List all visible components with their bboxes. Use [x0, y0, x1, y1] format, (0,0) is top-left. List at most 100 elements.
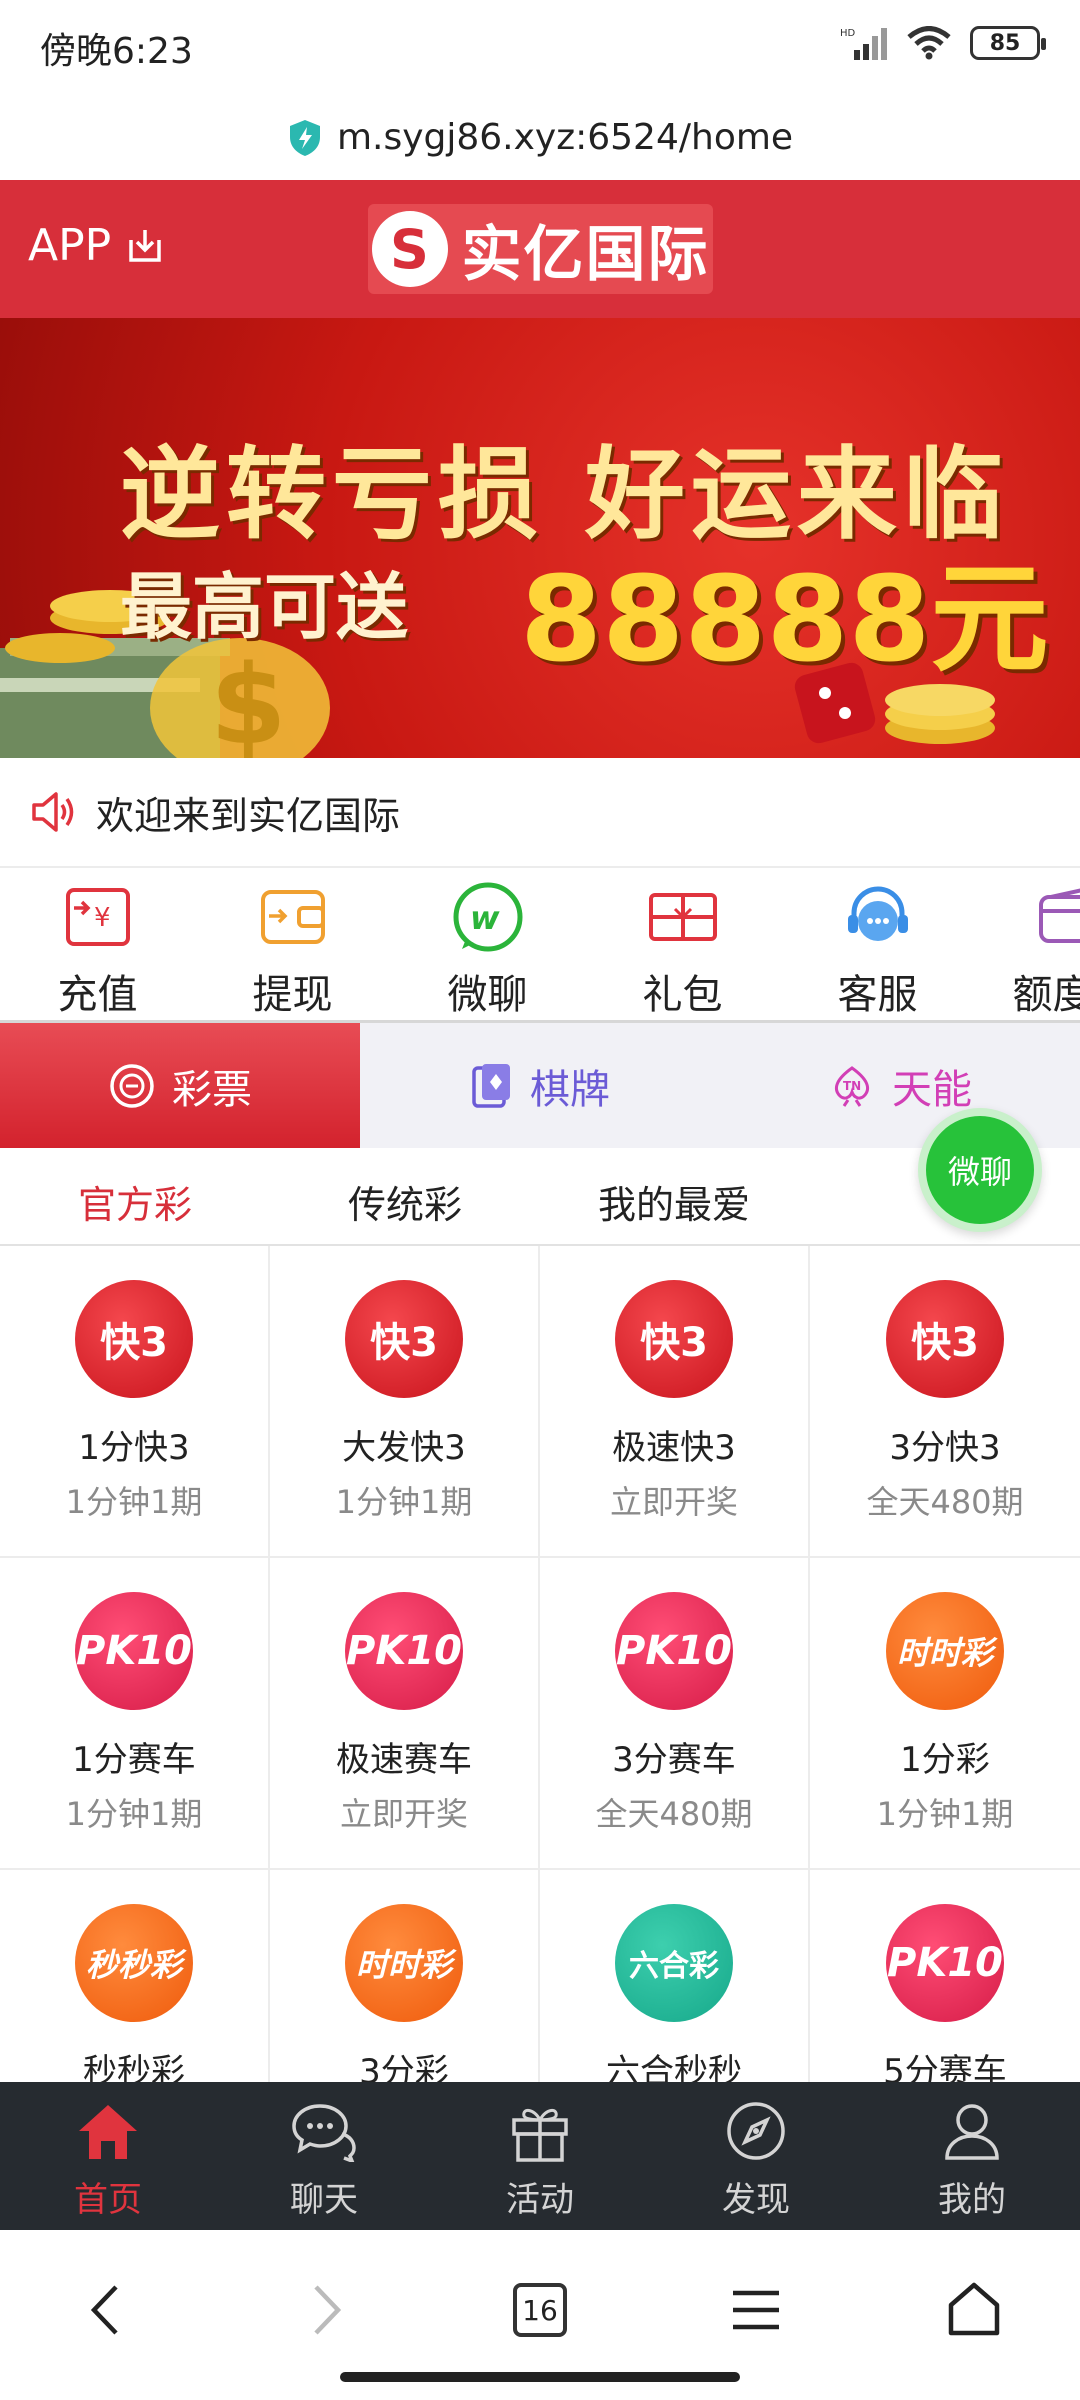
announcement-bar[interactable]: 欢迎来到实亿国际: [0, 758, 1080, 868]
game-frequency: 立即开奖: [339, 1795, 468, 1833]
quick-action-label: 充值: [57, 972, 138, 1018]
game-item[interactable]: 快3 1分快3 1分钟1期: [0, 1246, 270, 1558]
game-item[interactable]: 时时彩 3分彩: [270, 1870, 540, 2082]
nav-profile[interactable]: 我的: [864, 2082, 1080, 2230]
tab-label: 天能: [892, 1066, 972, 1113]
nav-discover[interactable]: 发现: [648, 2082, 864, 2230]
customer-service-icon: [841, 880, 915, 954]
pk10-icon: PK10: [75, 1592, 193, 1710]
subtab-official[interactable]: 官方彩: [78, 1174, 192, 1229]
mmc-icon: 秒秒彩: [75, 1904, 193, 2022]
quick-action-recharge[interactable]: ¥ 充值: [0, 868, 195, 1020]
home-indicator: [340, 2372, 740, 2382]
game-frequency: 1分钟1期: [876, 1795, 1014, 1833]
nav-chat[interactable]: 聊天: [216, 2082, 432, 2230]
back-button[interactable]: [66, 2270, 146, 2350]
menu-icon: [733, 2290, 779, 2330]
subtab-favorites[interactable]: 我的最爱: [598, 1174, 750, 1229]
logo-text: 实亿国际: [461, 219, 710, 290]
status-time: 傍晚6:23: [40, 31, 193, 72]
site-header: APP S 实亿国际: [0, 180, 1080, 318]
svg-text:¥: ¥: [94, 903, 111, 933]
game-name: 3分快3: [889, 1428, 1001, 1468]
banner-subline: 最高可送: [120, 565, 409, 649]
lhc-icon: 六合彩: [615, 1904, 733, 2022]
tab-label: 彩票: [172, 1066, 252, 1113]
pk10-icon: PK10: [615, 1592, 733, 1710]
pk10-icon: PK10: [886, 1904, 1004, 2022]
download-icon: [129, 229, 161, 262]
battery-indicator: 85: [970, 26, 1046, 60]
quick-action-label: 提现: [252, 972, 333, 1018]
svg-text:w: w: [470, 899, 500, 937]
quick-actions: ¥ 充值 提现 w 微聊 礼包 客服 额度转: [0, 868, 1080, 1023]
tianneng-icon: TN: [835, 1065, 869, 1107]
gift-icon: [646, 880, 720, 954]
game-name: 极速快3: [612, 1428, 736, 1468]
cards-icon: [472, 1063, 510, 1108]
game-item[interactable]: 时时彩 1分彩 1分钟1期: [810, 1558, 1080, 1870]
announcement-text: 欢迎来到实亿国际: [96, 793, 401, 838]
game-item[interactable]: 秒秒彩 秒秒彩: [0, 1870, 270, 2082]
nav-label: 聊天: [290, 2180, 358, 2220]
nav-label: 发现: [722, 2180, 790, 2220]
game-name: 3分彩: [359, 2052, 449, 2082]
chevron-right-icon: [314, 2285, 342, 2335]
k3-icon: 快3: [615, 1280, 733, 1398]
floating-chat-button[interactable]: 微聊: [918, 1108, 1042, 1232]
game-name: 极速赛车: [336, 1740, 472, 1780]
category-tabs: 彩票 棋牌 TN 天能: [0, 1023, 1080, 1148]
tab-label: 棋牌: [530, 1066, 610, 1113]
compass-icon: [721, 2096, 791, 2166]
home-icon: [73, 2096, 143, 2166]
wallet-icon: [1036, 880, 1080, 954]
house-icon: [948, 2282, 1000, 2336]
game-item[interactable]: PK10 极速赛车 立即开奖: [270, 1558, 540, 1870]
logo-mark-icon: S: [371, 211, 448, 287]
tabs-button[interactable]: 16: [500, 2270, 580, 2350]
site-logo[interactable]: S 实亿国际: [368, 204, 713, 294]
app-download-button[interactable]: APP: [28, 220, 165, 271]
nav-home[interactable]: 首页: [0, 2082, 216, 2230]
app-label: APP: [28, 220, 112, 271]
game-name: 3分赛车: [612, 1740, 736, 1780]
promo-banner[interactable]: $ 逆转亏损 好运来临 最高可送 88888元: [0, 318, 1080, 758]
quick-action-gift[interactable]: 礼包: [585, 868, 780, 1020]
quick-action-transfer[interactable]: 额度转: [975, 868, 1080, 1020]
address-bar[interactable]: m.sygj86.xyz:6524/home: [0, 95, 1080, 180]
k3-icon: 快3: [75, 1280, 193, 1398]
game-frequency: 1分钟1期: [65, 1483, 203, 1521]
quick-action-withdraw[interactable]: 提现: [195, 868, 390, 1020]
nav-label: 我的: [938, 2180, 1006, 2220]
game-item[interactable]: PK10 3分赛车 全天480期: [540, 1558, 810, 1870]
tab-lottery[interactable]: 彩票: [0, 1023, 360, 1148]
tab-chess-cards[interactable]: 棋牌: [360, 1023, 720, 1148]
game-item[interactable]: 快3 3分快3 全天480期: [810, 1246, 1080, 1558]
forward-button[interactable]: [286, 2270, 366, 2350]
game-item[interactable]: 快3 大发快3 1分钟1期: [270, 1246, 540, 1558]
gift-icon: [505, 2096, 575, 2166]
game-name: 六合秒秒: [606, 2052, 742, 2082]
chevron-left-icon: [90, 2285, 118, 2335]
wifi-icon: [907, 26, 951, 60]
game-item[interactable]: PK10 1分赛车 1分钟1期: [0, 1558, 270, 1870]
game-name: 1分彩: [900, 1740, 990, 1780]
game-item[interactable]: PK10 5分赛车: [810, 1870, 1080, 2082]
game-frequency: 全天480期: [595, 1795, 753, 1833]
menu-button[interactable]: [716, 2270, 796, 2350]
quick-action-customer-service[interactable]: 客服: [780, 868, 975, 1020]
quick-action-wechat[interactable]: w 微聊: [390, 868, 585, 1020]
bottom-navigation: 首页 聊天 活动 发现 我的: [0, 2082, 1080, 2230]
quick-action-label: 额度转: [1012, 972, 1080, 1018]
home-button[interactable]: [934, 2270, 1014, 2350]
ssc-icon: 时时彩: [886, 1592, 1004, 1710]
nav-label: 首页: [74, 2180, 142, 2220]
game-item[interactable]: 六合彩 六合秒秒: [540, 1870, 810, 2082]
subtab-traditional[interactable]: 传统彩: [348, 1174, 462, 1229]
game-name: 1分快3: [78, 1428, 190, 1468]
nav-activity[interactable]: 活动: [432, 2082, 648, 2230]
game-grid: 快3 1分快3 1分钟1期 快3 大发快3 1分钟1期 快3 极速快3 立即开奖…: [0, 1246, 1080, 2082]
svg-text:$: $: [210, 641, 287, 758]
user-icon: [937, 2096, 1007, 2166]
game-item[interactable]: 快3 极速快3 立即开奖: [540, 1246, 810, 1558]
